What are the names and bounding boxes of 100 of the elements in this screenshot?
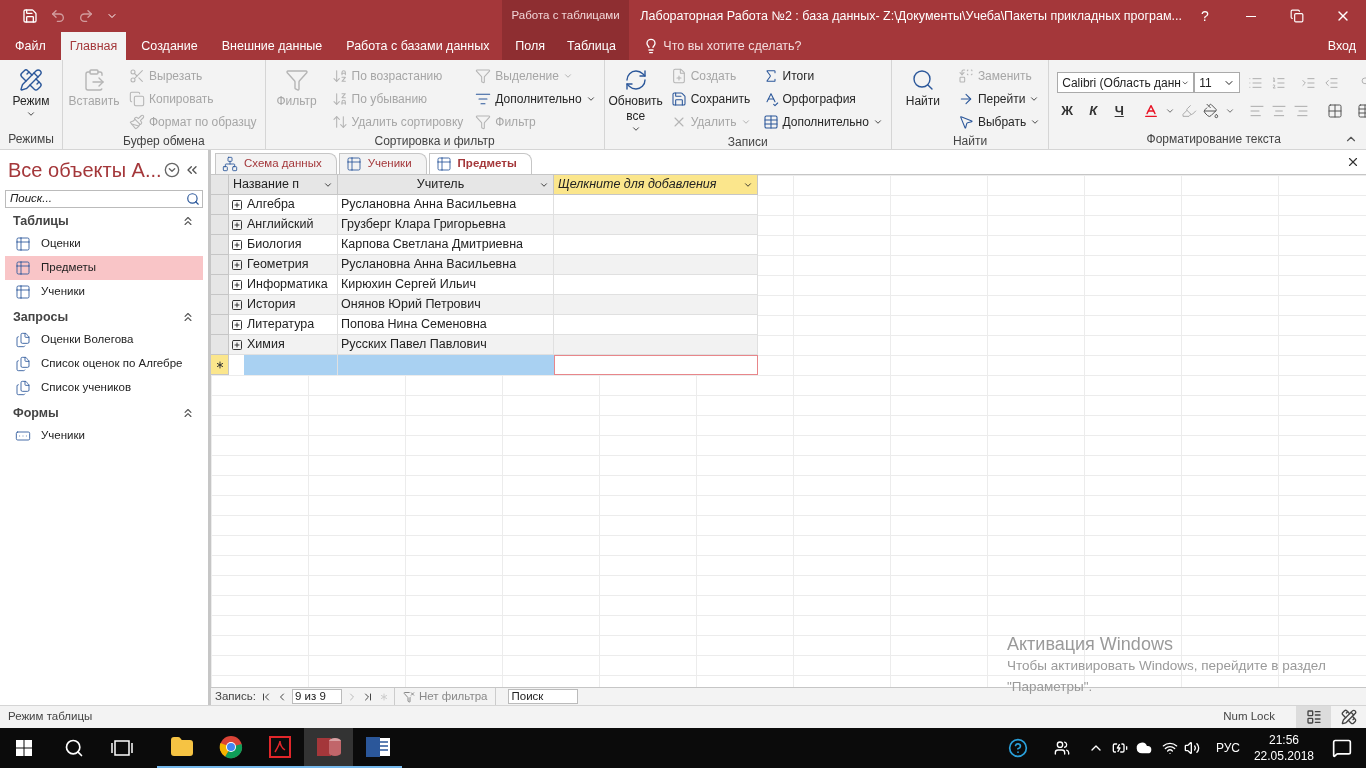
datasheet-icon [1305, 709, 1322, 725]
collapse-section-icon[interactable] [181, 406, 195, 420]
nav-pane-title: Все объекты А... [8, 158, 163, 183]
new-record-icon [670, 67, 687, 84]
datasheet-view-button[interactable] [1296, 706, 1331, 728]
sort-ascending-icon [331, 67, 348, 84]
clock[interactable]: 21:56 22.05.2018 [1253, 732, 1314, 764]
menu-tab[interactable]: Файл [6, 32, 55, 60]
ribbon-button[interactable]: Дополнительно [758, 110, 887, 133]
ribbon-large-button[interactable]: Режим [4, 64, 58, 131]
search-icon[interactable] [64, 738, 84, 758]
nav-item[interactable]: Список оценок по Алгебре [5, 352, 203, 376]
people-icon[interactable] [1053, 740, 1070, 756]
replace-icon [957, 67, 974, 84]
help-button[interactable]: ? [1182, 0, 1228, 32]
font-size-select[interactable]: 11 [1194, 72, 1240, 93]
cloud-icon[interactable] [1135, 740, 1152, 756]
expand-icon[interactable] [230, 318, 243, 331]
context-group-label: Работа с таблицами [510, 8, 621, 24]
nav-item[interactable]: Ученики [5, 424, 203, 448]
language-indicator[interactable]: РУС [1215, 739, 1240, 757]
menu-tab[interactable]: Поля [506, 32, 554, 60]
save-icon[interactable] [22, 8, 38, 24]
style-button[interactable]: Ч [1109, 101, 1130, 121]
expand-icon[interactable] [230, 198, 243, 211]
query-icon [15, 356, 31, 372]
new-row-selector[interactable] [211, 355, 229, 375]
menu-tab[interactable]: Внешние данные [212, 32, 332, 60]
dropdown-icon[interactable] [164, 162, 180, 178]
expand-icon[interactable] [230, 338, 243, 351]
ribbon-large-button[interactable]: Обновить все [608, 64, 663, 134]
ribbon-button[interactable]: Перейти [953, 87, 1045, 110]
collapse-section-icon[interactable] [181, 310, 195, 324]
start-icon[interactable] [16, 740, 32, 756]
new-row-cell[interactable] [338, 355, 554, 375]
expand-icon[interactable] [230, 278, 243, 291]
nav-item[interactable]: Оценки [5, 232, 203, 256]
ribbon-button[interactable]: Сохранить [666, 87, 755, 110]
nav-section-header: Таблицы [13, 212, 70, 230]
battery-icon[interactable] [1111, 740, 1128, 756]
document-tab[interactable]: Схема данных [215, 153, 337, 174]
style-button[interactable]: Ж [1057, 101, 1078, 121]
expand-icon[interactable] [230, 238, 243, 251]
nav-item[interactable]: Список учеников [5, 376, 203, 400]
activation-title: Активация Windows [1007, 633, 1174, 655]
table-icon [762, 113, 779, 130]
expand-icon[interactable] [230, 258, 243, 271]
font-select[interactable]: Calibri (Область данн [1057, 72, 1195, 93]
clipboard-icon [82, 68, 106, 92]
record-label: Запись: [215, 688, 256, 704]
nav-item[interactable]: Оценки Волегова [5, 328, 203, 352]
task-view-icon[interactable] [111, 740, 133, 756]
menu-tab[interactable]: Таблица [557, 32, 625, 60]
table-icon [15, 236, 31, 252]
query-icon [15, 380, 31, 396]
document-tab[interactable]: Ученики [338, 153, 427, 174]
caret-icon[interactable] [1225, 106, 1236, 116]
group-label: Найти [951, 133, 989, 150]
help-icon[interactable] [1007, 738, 1028, 758]
gridlines-icon[interactable] [1327, 103, 1344, 119]
notifications-icon[interactable] [1332, 738, 1352, 758]
ribbon-button[interactable]: Орфография [758, 87, 887, 110]
document-tab[interactable]: Предметы [428, 153, 532, 174]
expand-icon[interactable] [230, 218, 243, 231]
ribbon-button[interactable]: Итоги [758, 64, 887, 87]
table-icon [435, 156, 452, 172]
font-color-icon[interactable] [1143, 103, 1160, 119]
paint-bucket-icon[interactable] [1203, 103, 1220, 119]
query-icon [15, 332, 31, 348]
num-lock-indicator: Num Lock [1223, 709, 1275, 725]
record-search-field[interactable]: Поиск [508, 689, 579, 704]
nav-item[interactable]: Ученики [5, 280, 203, 304]
style-button[interactable]: К [1083, 101, 1104, 121]
caret-icon[interactable] [1165, 106, 1176, 116]
focused-cell[interactable] [554, 355, 758, 375]
close-document-icon[interactable] [1346, 155, 1360, 169]
folder-icon [169, 735, 194, 759]
tell-me-field[interactable]: Что вы хотите сделать? [643, 36, 802, 56]
group-label: Форматирование текста [1146, 131, 1281, 148]
sign-in-link[interactable]: Вход [1327, 36, 1356, 56]
menu-tab[interactable]: Главная [60, 32, 127, 60]
record-position-field[interactable]: 9 из 9 [291, 689, 342, 704]
ribbon-large-button[interactable]: Найти [895, 64, 950, 133]
column-header[interactable]: Название п [229, 175, 338, 195]
nav-item[interactable]: Предметы [5, 256, 203, 280]
taskbar-app-button[interactable] [304, 728, 353, 768]
window-title: Лабораторная Работа №2 : база данных- Z:\Документы\Учеба\Пакеты прикладных програм... [640, 7, 1182, 25]
menu-tab[interactable]: Работа с базами данных [337, 32, 499, 60]
expand-icon[interactable] [230, 298, 243, 311]
new-row-cell[interactable] [244, 355, 338, 375]
wifi-icon[interactable] [1161, 740, 1178, 756]
nav-search-field[interactable]: Поиск... [5, 190, 203, 208]
column-header[interactable]: Учитель [338, 175, 554, 195]
ribbon-button[interactable]: Дополнительно [471, 87, 600, 110]
ribbon-button[interactable]: Выбрать [953, 110, 1045, 133]
volume-icon[interactable] [1183, 740, 1200, 756]
menu-tab[interactable]: Создание [132, 32, 207, 60]
add-column-header[interactable]: Щелкните для добавления [554, 175, 758, 195]
no-filter-icon [402, 690, 415, 703]
collapse-section-icon[interactable] [181, 214, 195, 228]
